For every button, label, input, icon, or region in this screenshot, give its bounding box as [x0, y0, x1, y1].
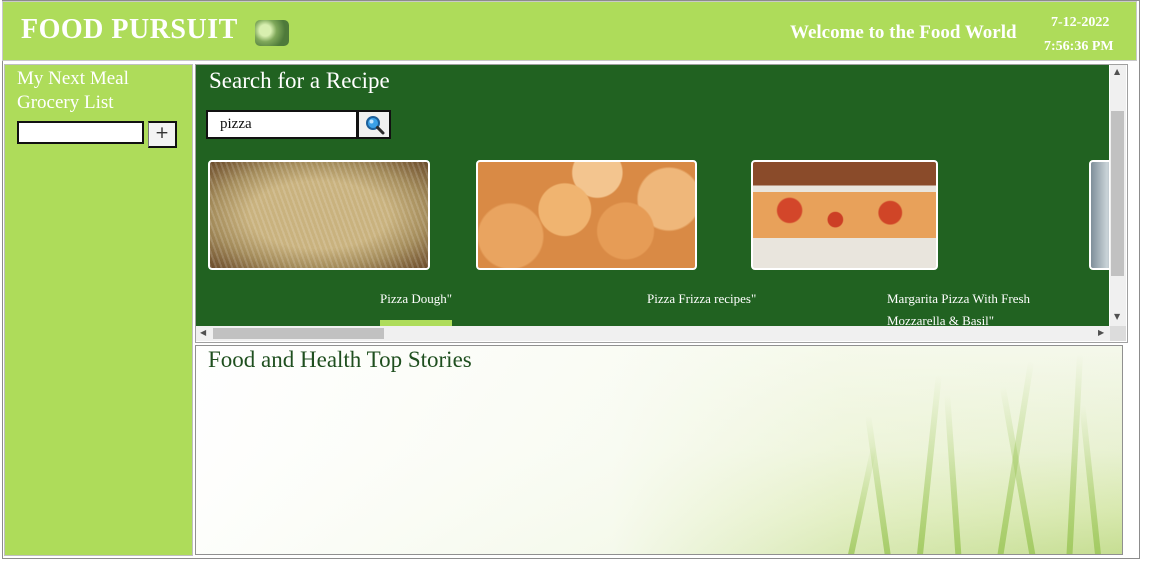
app-title: FOOD PURSUIT [21, 14, 238, 45]
scrollbar-corner [1110, 326, 1126, 341]
leaf-logo-icon [255, 20, 289, 46]
recipe-image-margarita-pizza[interactable] [751, 160, 938, 270]
vertical-scroll-thumb[interactable] [1111, 111, 1124, 276]
scroll-right-icon[interactable]: ▶ [1098, 328, 1104, 337]
sidebar-title-line2: Grocery List [17, 92, 114, 113]
scroll-up-icon[interactable]: ▲ [1114, 67, 1120, 76]
recipe-search-input[interactable] [206, 110, 358, 139]
recipe-image-pizza-dough[interactable] [208, 160, 430, 270]
grass-decoration [916, 374, 942, 554]
recipe-caption: Pizza Dough" [380, 291, 453, 306]
grass-decoration [1066, 354, 1083, 554]
horizontal-scroll-thumb[interactable] [213, 328, 384, 339]
grass-decoration [1079, 404, 1102, 554]
header-bar: FOOD PURSUIT Welcome to the Food World 7… [2, 1, 1137, 61]
top-stories-panel: Food and Health Top Stories [195, 345, 1123, 555]
current-time: 7:56:36 PM [1044, 39, 1114, 54]
recipe-search-content: Search for a Recipe Pizza Dough" Pizza F… [196, 65, 1109, 326]
grocery-sidebar: My Next Meal Grocery List + [4, 64, 193, 556]
vertical-scrollbar[interactable]: ▲ ▼ [1110, 65, 1126, 326]
stories-title: Food and Health Top Stories [208, 347, 472, 372]
recipe-image-pizza-frizza[interactable] [476, 160, 697, 270]
search-button[interactable] [357, 110, 391, 139]
search-icon [366, 116, 385, 135]
search-title: Search for a Recipe [209, 68, 390, 93]
grass-decoration [944, 394, 962, 554]
recipe-caption: Margarita Pizza With Fresh Mozzarella & … [887, 291, 1031, 326]
recipe-caption: Pizza Frizza recipes" [647, 291, 757, 306]
add-grocery-button[interactable]: + [148, 121, 177, 148]
grass-decoration [846, 445, 877, 554]
scroll-down-icon[interactable]: ▼ [1114, 312, 1120, 321]
pizza-graphic [753, 192, 936, 238]
scroll-left-icon[interactable]: ◀ [200, 328, 206, 337]
horizontal-scrollbar[interactable]: ◀ ▶ [196, 326, 1110, 341]
welcome-text: Welcome to the Food World [790, 22, 1017, 43]
current-date: 7-12-2022 [1051, 15, 1110, 30]
grass-decoration [865, 415, 892, 554]
sidebar-title: My Next Meal Grocery List [17, 67, 129, 115]
recipe-image-partial[interactable] [1089, 160, 1109, 270]
grocery-item-input[interactable] [17, 121, 144, 144]
sidebar-title-line1: My Next Meal [17, 68, 129, 89]
recipe-search-panel: Search for a Recipe Pizza Dough" Pizza F… [195, 64, 1128, 343]
